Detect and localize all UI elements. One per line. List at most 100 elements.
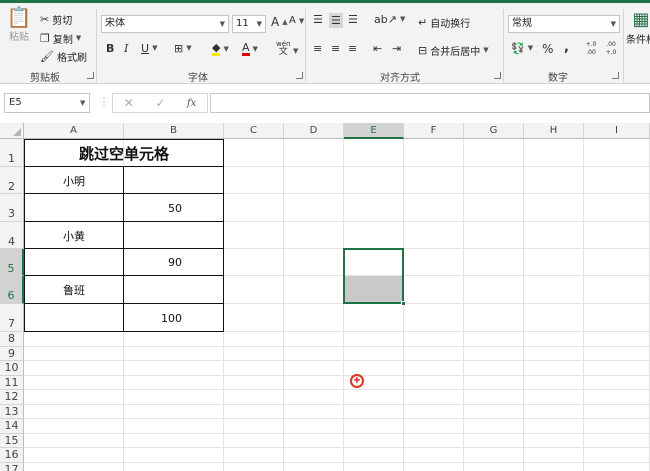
column-header-g[interactable]: G bbox=[464, 123, 524, 139]
row-header-10[interactable]: 10 bbox=[0, 361, 24, 376]
underline-button[interactable]: U ▼ bbox=[141, 43, 157, 54]
chevron-down-icon: ▼ bbox=[610, 20, 616, 28]
chevron-down-icon[interactable]: ▼ bbox=[253, 45, 258, 53]
sheet-title-cell[interactable]: 跳过空单元格 bbox=[24, 139, 224, 167]
chevron-down-icon[interactable]: ▼ bbox=[80, 100, 85, 107]
row-header-3[interactable]: 3 bbox=[0, 194, 24, 222]
name-box[interactable]: E5 bbox=[4, 93, 90, 113]
selection-border bbox=[343, 248, 404, 304]
gridline bbox=[24, 374, 650, 376]
row-header-1[interactable]: 1 bbox=[0, 139, 24, 167]
gridline bbox=[463, 139, 464, 471]
cell-a6[interactable]: 鲁班 bbox=[24, 276, 124, 304]
row-header-8[interactable]: 8 bbox=[0, 332, 24, 347]
column-header-f[interactable]: F bbox=[404, 123, 464, 139]
chevron-down-icon[interactable]: ▼ bbox=[223, 45, 228, 53]
select-all-button[interactable] bbox=[0, 123, 24, 139]
row-header-16[interactable]: 16 bbox=[0, 448, 24, 463]
chevron-down-icon[interactable]: ▼ bbox=[152, 45, 157, 52]
decrease-decimal-icon[interactable]: .00 +.0 bbox=[602, 41, 620, 57]
row-header-14[interactable]: 14 bbox=[0, 419, 24, 434]
worksheet[interactable]: A B C D E F G H I 1 2 3 4 5 6 7 8 9 10 11 12 13 14 15 16 17 跳过空单元格… bbox=[0, 118, 650, 471]
cell-b3[interactable]: 50 bbox=[124, 194, 224, 222]
chevron-down-icon[interactable]: ▼ bbox=[76, 35, 81, 42]
row-header-7[interactable]: 7 bbox=[0, 304, 24, 332]
divider bbox=[96, 9, 97, 83]
font-size-combo[interactable]: 11 ▼ bbox=[232, 15, 266, 33]
column-header-h[interactable]: H bbox=[524, 123, 584, 139]
row-header-17[interactable]: 17 bbox=[0, 462, 24, 471]
align-top-icon[interactable]: ☰ bbox=[313, 14, 323, 25]
column-header-d[interactable]: D bbox=[284, 123, 344, 139]
align-left-icon[interactable]: ≡ bbox=[313, 43, 322, 54]
grow-font-button[interactable]: A ▲ bbox=[271, 16, 288, 28]
accounting-format-button[interactable]: 💱 ▼ bbox=[511, 43, 533, 54]
gridline bbox=[24, 418, 650, 419]
wrap-text-button[interactable]: ↵ 自动换行 bbox=[418, 15, 470, 30]
number-format-combo[interactable]: 常规 ▼ bbox=[508, 15, 620, 33]
comma-icon[interactable]: , bbox=[564, 41, 569, 54]
bold-button[interactable]: B bbox=[106, 43, 114, 54]
gridline bbox=[343, 139, 344, 471]
copy-button[interactable]: ❐ 复制 ▼ bbox=[40, 31, 81, 46]
cell-b5[interactable]: 90 bbox=[124, 249, 224, 276]
row-header-13[interactable]: 13 bbox=[0, 404, 24, 419]
increase-indent-icon[interactable]: ⇥ bbox=[392, 43, 401, 54]
merge-center-button[interactable]: ⊟ 合并后居中 ▼ bbox=[418, 43, 489, 58]
shrink-font-icon: A bbox=[289, 15, 296, 26]
align-right-icon[interactable]: ≡ bbox=[348, 43, 357, 54]
column-header-i[interactable]: I bbox=[584, 123, 650, 139]
fill-color-button[interactable]: ◆ ▼ bbox=[212, 42, 229, 56]
enter-icon[interactable]: ✓ bbox=[155, 96, 165, 110]
align-bottom-icon[interactable]: ☰ bbox=[348, 14, 358, 25]
gridline bbox=[24, 403, 650, 405]
merge-icon: ⊟ bbox=[418, 44, 428, 57]
row-header-11[interactable]: 11 bbox=[0, 375, 24, 390]
chevron-down-icon[interactable]: ▼ bbox=[483, 47, 488, 54]
cancel-icon[interactable]: ✕ bbox=[124, 96, 134, 110]
row-header-2[interactable]: 2 bbox=[0, 167, 24, 194]
conditional-format-button[interactable]: ▦ 条件格 bbox=[626, 11, 650, 47]
font-group-label: 字体 bbox=[188, 73, 208, 84]
alignment-launcher-icon[interactable] bbox=[494, 72, 501, 79]
row-header-6[interactable]: 6 bbox=[0, 276, 24, 304]
cell-a2[interactable]: 小明 bbox=[24, 167, 124, 194]
chevron-down-icon[interactable]: ▼ bbox=[400, 16, 405, 23]
phonetic-button[interactable]: wén 文 bbox=[276, 41, 290, 57]
decrease-indent-icon[interactable]: ⇤ bbox=[373, 43, 382, 54]
font-launcher-icon[interactable] bbox=[296, 72, 303, 79]
clipboard-launcher-icon[interactable] bbox=[87, 72, 94, 79]
row-header-5[interactable]: 5 bbox=[0, 249, 24, 276]
font-name-combo[interactable]: 宋体 ▼ bbox=[101, 15, 229, 33]
cell-b7[interactable]: 100 bbox=[124, 304, 224, 332]
formula-input[interactable] bbox=[210, 93, 650, 113]
chevron-down-icon[interactable]: ▼ bbox=[528, 45, 533, 52]
paste-button[interactable]: 📋 粘贴 bbox=[6, 7, 32, 43]
row-header-4[interactable]: 4 bbox=[0, 222, 24, 249]
align-center-icon[interactable]: ≡ bbox=[331, 43, 340, 54]
row-header-15[interactable]: 15 bbox=[0, 433, 24, 448]
cell-a4[interactable]: 小黄 bbox=[24, 222, 124, 249]
column-header-e[interactable]: E bbox=[344, 123, 404, 139]
insert-function-icon[interactable]: fx bbox=[187, 98, 196, 109]
chevron-down-icon[interactable]: ▼ bbox=[186, 45, 191, 52]
percent-icon[interactable]: % bbox=[542, 43, 553, 55]
shrink-font-button[interactable]: A ▼ bbox=[289, 16, 304, 26]
format-painter-button[interactable]: 🖌 格式刷 bbox=[40, 49, 87, 64]
align-middle-icon[interactable]: ☰ bbox=[329, 13, 343, 28]
column-header-a[interactable]: A bbox=[24, 123, 124, 139]
orientation-button[interactable]: ab↗ ▼ bbox=[374, 14, 405, 25]
chevron-down-icon[interactable]: ▼ bbox=[293, 48, 298, 55]
number-launcher-icon[interactable] bbox=[612, 72, 619, 79]
font-color-button[interactable]: A ▼ bbox=[242, 42, 258, 56]
italic-button[interactable]: I bbox=[124, 43, 128, 54]
copy-label: 复制 bbox=[52, 35, 73, 46]
increase-decimal-icon[interactable]: +.0 .00 bbox=[582, 41, 600, 57]
row-header-9[interactable]: 9 bbox=[0, 346, 24, 361]
fill-handle[interactable] bbox=[401, 301, 406, 306]
borders-button[interactable]: ⊞ ▼ bbox=[174, 43, 192, 54]
cut-button[interactable]: ✂ 剪切 bbox=[40, 12, 72, 27]
column-header-c[interactable]: C bbox=[224, 123, 284, 139]
column-header-b[interactable]: B bbox=[124, 123, 224, 139]
row-header-12[interactable]: 12 bbox=[0, 390, 24, 405]
